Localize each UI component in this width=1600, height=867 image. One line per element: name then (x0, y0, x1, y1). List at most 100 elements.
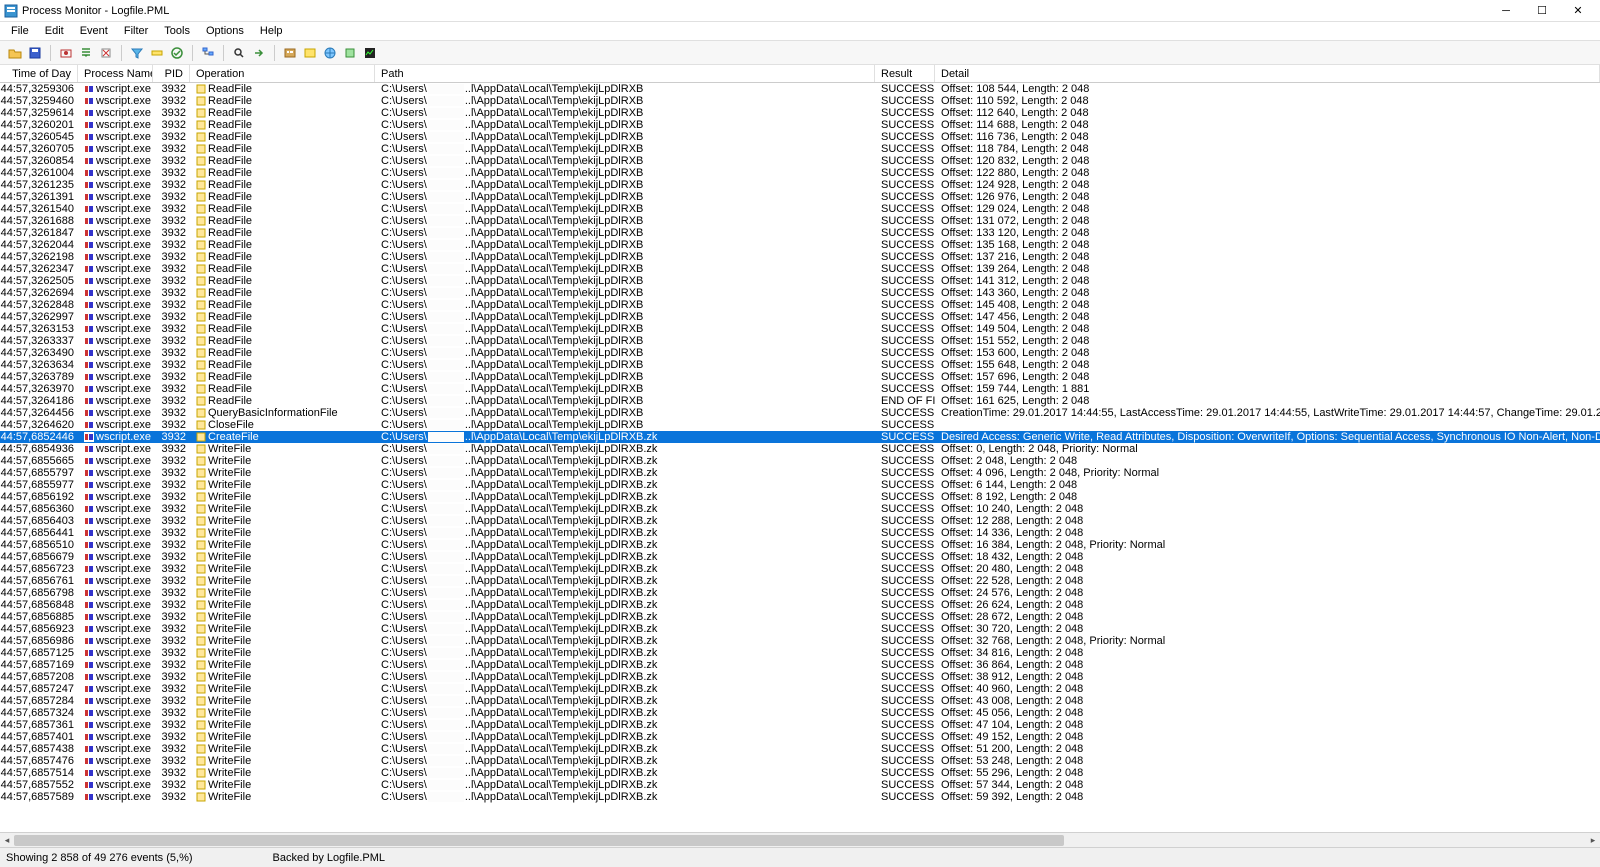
table-row[interactable]: 14:44:57,6856885wscript.exe3932WriteFile… (0, 611, 1600, 623)
menu-filter[interactable]: Filter (117, 24, 155, 38)
table-row[interactable]: 14:44:57,6856679wscript.exe3932WriteFile… (0, 551, 1600, 563)
table-row[interactable]: 14:44:57,3262997wscript.exe3932ReadFileC… (0, 311, 1600, 323)
table-row[interactable]: 14:44:57,3263634wscript.exe3932ReadFileC… (0, 359, 1600, 371)
save-icon[interactable] (26, 44, 44, 62)
table-row[interactable]: 14:44:57,6855977wscript.exe3932WriteFile… (0, 479, 1600, 491)
table-row[interactable]: 14:44:57,3263789wscript.exe3932ReadFileC… (0, 371, 1600, 383)
table-row[interactable]: 14:44:57,6857247wscript.exe3932WriteFile… (0, 683, 1600, 695)
maximize-button[interactable]: ☐ (1524, 1, 1560, 21)
table-row[interactable]: 14:44:57,3262848wscript.exe3932ReadFileC… (0, 299, 1600, 311)
table-row[interactable]: 14:44:57,3259306wscript.exe3932ReadFileC… (0, 83, 1600, 95)
table-row[interactable]: 14:44:57,3264186wscript.exe3932ReadFileC… (0, 395, 1600, 407)
table-row[interactable]: 14:44:57,3261235wscript.exe3932ReadFileC… (0, 179, 1600, 191)
table-row[interactable]: 14:44:57,6856510wscript.exe3932WriteFile… (0, 539, 1600, 551)
table-row[interactable]: 14:44:57,6857284wscript.exe3932WriteFile… (0, 695, 1600, 707)
jump-icon[interactable] (250, 44, 268, 62)
table-row[interactable]: 14:44:57,3264456wscript.exe3932QueryBasi… (0, 407, 1600, 419)
registry-filter-icon[interactable] (281, 44, 299, 62)
table-row[interactable]: 14:44:57,6857125wscript.exe3932WriteFile… (0, 647, 1600, 659)
cell-process: wscript.exe (78, 431, 153, 443)
table-row[interactable]: 14:44:57,6857552wscript.exe3932WriteFile… (0, 779, 1600, 791)
col-operation[interactable]: Operation (190, 65, 375, 82)
include-icon[interactable] (168, 44, 186, 62)
table-row[interactable]: 14:44:57,6857208wscript.exe3932WriteFile… (0, 671, 1600, 683)
table-row[interactable]: 14:44:57,6857169wscript.exe3932WriteFile… (0, 659, 1600, 671)
table-row[interactable]: 14:44:57,3264620wscript.exe3932CloseFile… (0, 419, 1600, 431)
table-row[interactable]: 14:44:57,3262044wscript.exe3932ReadFileC… (0, 239, 1600, 251)
filter-icon[interactable] (128, 44, 146, 62)
grid-body[interactable]: 14:44:57,3259306wscript.exe3932ReadFileC… (0, 83, 1600, 832)
scroll-left-icon[interactable]: ◂ (0, 833, 14, 848)
cell-time: 14:44:57,3263970 (0, 383, 78, 395)
table-row[interactable]: 14:44:57,3261847wscript.exe3932ReadFileC… (0, 227, 1600, 239)
filesystem-filter-icon[interactable] (301, 44, 319, 62)
table-row[interactable]: 14:44:57,6856403wscript.exe3932WriteFile… (0, 515, 1600, 527)
table-row[interactable]: 14:44:57,3262694wscript.exe3932ReadFileC… (0, 287, 1600, 299)
table-row[interactable]: 14:44:57,3263153wscript.exe3932ReadFileC… (0, 323, 1600, 335)
table-row[interactable]: 14:44:57,6856848wscript.exe3932WriteFile… (0, 599, 1600, 611)
tree-icon[interactable] (199, 44, 217, 62)
table-row[interactable]: 14:44:57,6857401wscript.exe3932WriteFile… (0, 731, 1600, 743)
table-row[interactable]: 14:44:57,6857438wscript.exe3932WriteFile… (0, 743, 1600, 755)
table-row[interactable]: 14:44:57,3259614wscript.exe3932ReadFileC… (0, 107, 1600, 119)
col-time[interactable]: Time of Day (0, 65, 78, 82)
close-button[interactable]: ✕ (1560, 1, 1596, 21)
table-row[interactable]: 14:44:57,6857361wscript.exe3932WriteFile… (0, 719, 1600, 731)
process-filter-icon[interactable] (341, 44, 359, 62)
menu-help[interactable]: Help (253, 24, 290, 38)
table-row[interactable]: 14:44:57,3261688wscript.exe3932ReadFileC… (0, 215, 1600, 227)
table-row[interactable]: 14:44:57,6857476wscript.exe3932WriteFile… (0, 755, 1600, 767)
col-result[interactable]: Result (875, 65, 935, 82)
table-row[interactable]: 14:44:57,3260854wscript.exe3932ReadFileC… (0, 155, 1600, 167)
autoscroll-icon[interactable] (77, 44, 95, 62)
menu-options[interactable]: Options (199, 24, 251, 38)
table-row[interactable]: 14:44:57,6856761wscript.exe3932WriteFile… (0, 575, 1600, 587)
table-row[interactable]: 14:44:57,6857589wscript.exe3932WriteFile… (0, 791, 1600, 803)
open-icon[interactable] (6, 44, 24, 62)
minimize-button[interactable]: ─ (1488, 1, 1524, 21)
table-row[interactable]: 14:44:57,3261391wscript.exe3932ReadFileC… (0, 191, 1600, 203)
table-row[interactable]: 14:44:57,6855797wscript.exe3932WriteFile… (0, 467, 1600, 479)
table-row[interactable]: 14:44:57,6856723wscript.exe3932WriteFile… (0, 563, 1600, 575)
table-row[interactable]: 14:44:57,6856441wscript.exe3932WriteFile… (0, 527, 1600, 539)
table-row[interactable]: 14:44:57,6852446wscript.exe3932CreateFil… (0, 431, 1600, 443)
table-row[interactable]: 14:44:57,6856798wscript.exe3932WriteFile… (0, 587, 1600, 599)
table-row[interactable]: 14:44:57,6857514wscript.exe3932WriteFile… (0, 767, 1600, 779)
col-process[interactable]: Process Name (78, 65, 153, 82)
network-filter-icon[interactable] (321, 44, 339, 62)
scroll-thumb[interactable] (14, 835, 1064, 846)
scroll-right-icon[interactable]: ▸ (1586, 833, 1600, 848)
menu-edit[interactable]: Edit (38, 24, 71, 38)
table-row[interactable]: 14:44:57,3263970wscript.exe3932ReadFileC… (0, 383, 1600, 395)
table-row[interactable]: 14:44:57,6854936wscript.exe3932WriteFile… (0, 443, 1600, 455)
table-row[interactable]: 14:44:57,3259460wscript.exe3932ReadFileC… (0, 95, 1600, 107)
menu-event[interactable]: Event (73, 24, 115, 38)
table-row[interactable]: 14:44:57,6857324wscript.exe3932WriteFile… (0, 707, 1600, 719)
table-row[interactable]: 14:44:57,3260545wscript.exe3932ReadFileC… (0, 131, 1600, 143)
table-row[interactable]: 14:44:57,6856923wscript.exe3932WriteFile… (0, 623, 1600, 635)
highlight-icon[interactable] (148, 44, 166, 62)
clear-icon[interactable] (97, 44, 115, 62)
table-row[interactable]: 14:44:57,3262347wscript.exe3932ReadFileC… (0, 263, 1600, 275)
profiling-filter-icon[interactable] (361, 44, 379, 62)
capture-icon[interactable] (57, 44, 75, 62)
table-row[interactable]: 14:44:57,3261540wscript.exe3932ReadFileC… (0, 203, 1600, 215)
table-row[interactable]: 14:44:57,3263337wscript.exe3932ReadFileC… (0, 335, 1600, 347)
col-detail[interactable]: Detail (935, 65, 1600, 82)
col-path[interactable]: Path (375, 65, 875, 82)
table-row[interactable]: 14:44:57,3260201wscript.exe3932ReadFileC… (0, 119, 1600, 131)
find-icon[interactable] (230, 44, 248, 62)
menu-file[interactable]: File (4, 24, 36, 38)
table-row[interactable]: 14:44:57,6855665wscript.exe3932WriteFile… (0, 455, 1600, 467)
horizontal-scrollbar[interactable]: ◂ ▸ (0, 832, 1600, 847)
menu-tools[interactable]: Tools (157, 24, 197, 38)
table-row[interactable]: 14:44:57,3263490wscript.exe3932ReadFileC… (0, 347, 1600, 359)
table-row[interactable]: 14:44:57,6856192wscript.exe3932WriteFile… (0, 491, 1600, 503)
table-row[interactable]: 14:44:57,3260705wscript.exe3932ReadFileC… (0, 143, 1600, 155)
col-pid[interactable]: PID (153, 65, 190, 82)
table-row[interactable]: 14:44:57,6856360wscript.exe3932WriteFile… (0, 503, 1600, 515)
table-row[interactable]: 14:44:57,6856986wscript.exe3932WriteFile… (0, 635, 1600, 647)
table-row[interactable]: 14:44:57,3261004wscript.exe3932ReadFileC… (0, 167, 1600, 179)
table-row[interactable]: 14:44:57,3262198wscript.exe3932ReadFileC… (0, 251, 1600, 263)
table-row[interactable]: 14:44:57,3262505wscript.exe3932ReadFileC… (0, 275, 1600, 287)
